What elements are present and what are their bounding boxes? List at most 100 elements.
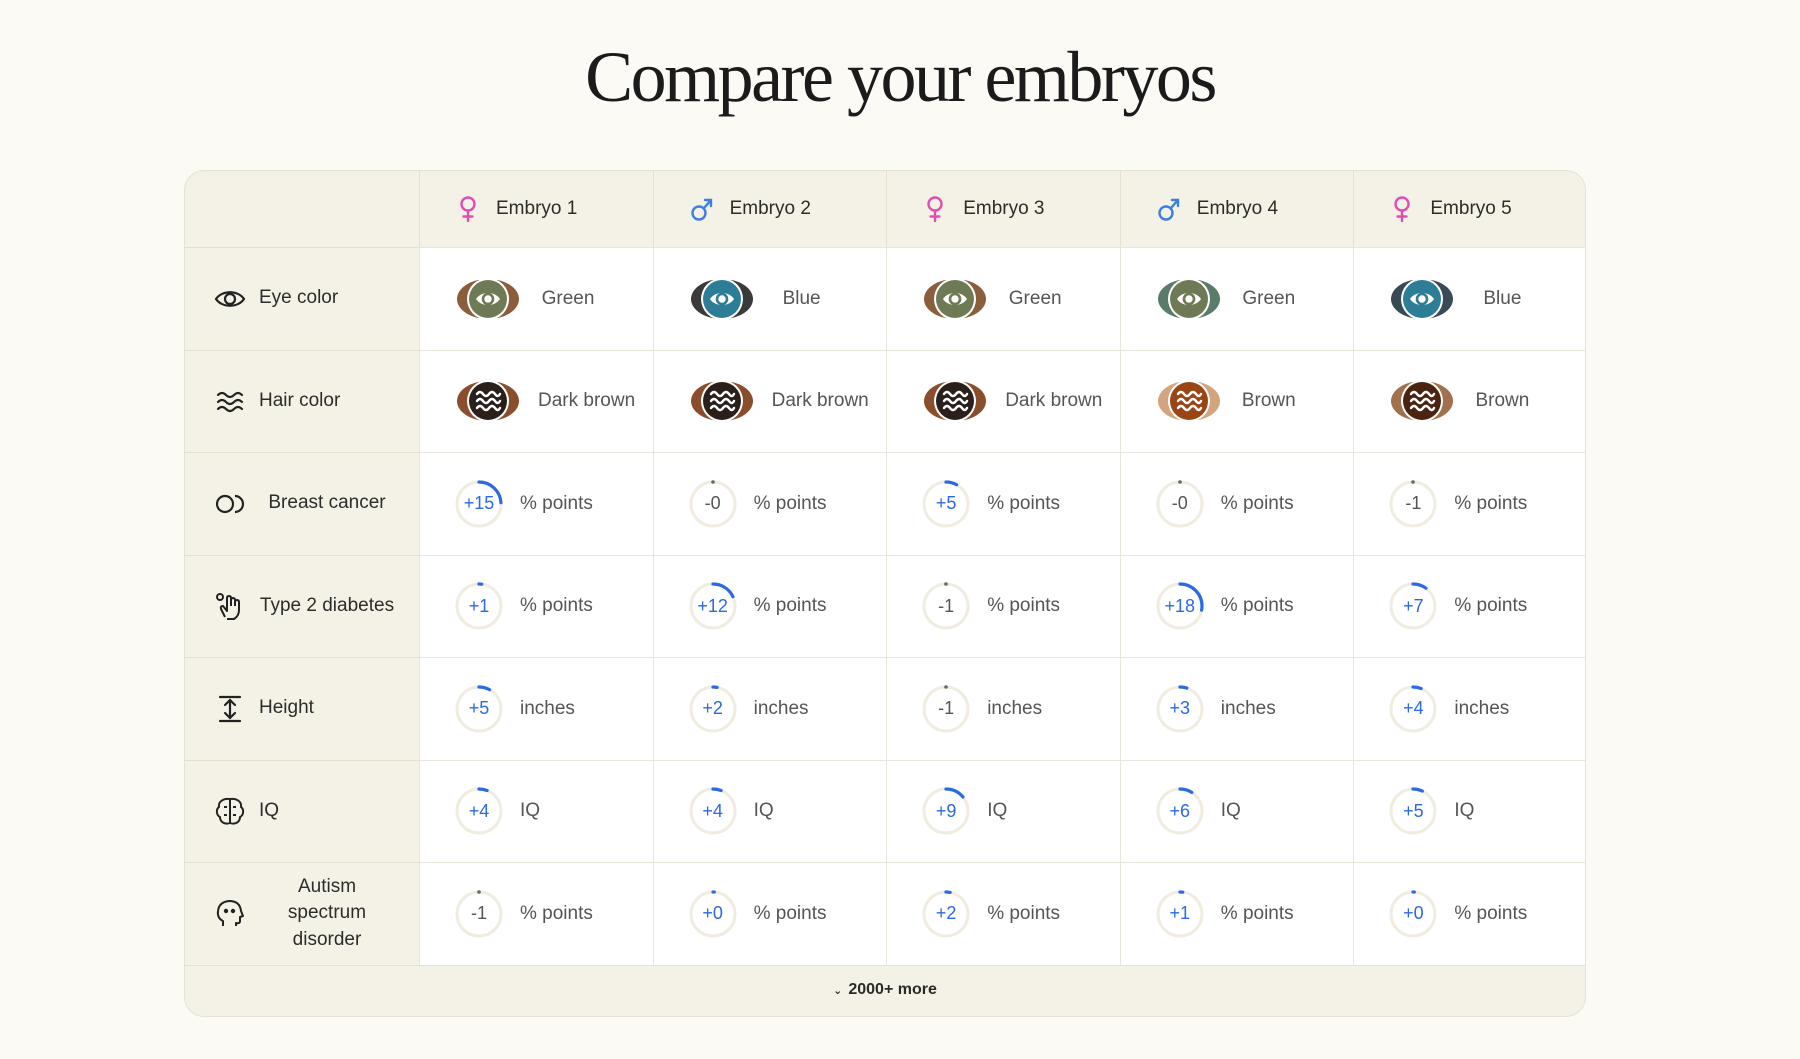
unit-label: % points [753,492,827,514]
row-label-autism-spectrum-disorder: Autism spectrum disorder [185,862,419,965]
brain-icon [215,798,245,825]
embryo-header-1: Embryo 1 [419,171,653,247]
eye-color-swatch-icon [924,277,987,320]
unit-label: inches [520,697,575,719]
table-cell: +6 IQ [1119,759,1354,862]
table-cell: +5 inches [419,657,653,760]
unit-label: IQ [520,800,541,822]
eye-color-swatch-icon [1157,277,1220,320]
table-cell: +3 inches [1119,657,1354,760]
gauge-value: +15 [463,493,495,514]
table-cell: +1 % points [419,554,653,657]
embryo-label: Embryo 2 [729,198,811,219]
table-cell: +18 % points [1119,554,1354,657]
unit-label: IQ [753,800,774,822]
table-cell: +2 inches [652,657,887,760]
table-cell: Dark brown [652,349,887,452]
gauge-value: -0 [1171,493,1188,514]
row-label-hair-color: Hair color [185,349,419,453]
table-cell: +15 % points [419,452,653,555]
embryo-header-3: Embryo 3 [886,171,1120,247]
trait-value: Dark brown [771,390,869,412]
eye-color-swatch-icon [1391,277,1454,320]
unit-label: % points [987,595,1061,617]
unit-label: % points [1220,595,1294,617]
score-gauge: +6 [1155,786,1205,836]
score-gauge: +1 [1155,889,1205,939]
gauge-value: +5 [468,698,490,719]
table-cell: +4 IQ [419,759,653,862]
unit-label: % points [753,595,827,617]
gauge-value: +5 [935,493,957,514]
table-cell: +0 % points [1353,862,1585,965]
score-gauge: +2 [921,889,971,939]
gauge-value: +5 [1403,800,1424,821]
gauge-value: +3 [1169,698,1191,719]
gauge-value: -1 [938,595,955,616]
score-gauge: +5 [454,684,504,734]
score-gauge: +15 [454,479,504,529]
comparison-table: Embryo 1 Embryo 2 Embryo 3 Embryo 4 Embryo 5… [184,170,1586,1017]
embryo-label: Embryo 5 [1430,198,1512,219]
embryo-header-4: Embryo 4 [1119,171,1354,247]
female-symbol-icon [1394,196,1411,223]
gauge-value: +4 [702,800,723,821]
gauge-value: +1 [468,595,490,616]
waves-icon [216,392,244,413]
table-cell: +0 % points [652,862,887,965]
female-symbol-icon [927,196,943,223]
score-gauge: +4 [1388,684,1438,734]
gauge-value: -1 [1405,493,1422,514]
unit-label: IQ [987,800,1008,822]
row-label-iq: IQ [185,759,419,863]
table-cell: Brown [1353,349,1585,452]
score-gauge: -1 [921,581,971,631]
table-cell: Green [1119,247,1354,350]
table-cell: Blue [1353,247,1585,350]
unit-label: inches [987,697,1043,719]
row-label-text: Height [259,697,314,719]
gauge-value: +7 [1403,595,1424,616]
embryo-label: Embryo 3 [963,198,1045,219]
score-gauge: -1 [921,684,971,734]
table-cell: +12 % points [652,554,887,657]
show-more-button[interactable]: ⌄ 2000+ more [185,964,1585,1015]
row-label-text: Hair color [259,389,341,411]
score-gauge: +4 [688,786,738,836]
trait-value: Green [1242,287,1296,309]
male-symbol-icon [690,198,712,221]
score-gauge: +0 [1388,889,1438,939]
gauge-value: +4 [1403,698,1424,719]
score-gauge: -1 [454,889,504,939]
row-label-text: Eye color [259,287,339,309]
table-cell: +5 % points [886,452,1120,555]
trait-value: Green [1008,287,1062,309]
unit-label: % points [1454,492,1528,514]
gauge-value: +1 [1169,903,1191,924]
unit-label: inches [753,697,809,719]
gauge-value: -1 [938,698,955,719]
table-cell: Dark brown [886,349,1120,452]
show-more-label: 2000+ more [848,981,937,998]
table-cell: Green [886,247,1120,350]
gauge-value: +2 [935,903,957,924]
unit-label: % points [520,492,593,514]
hair-color-swatch-icon [924,380,987,423]
score-gauge: +12 [688,581,738,631]
gauge-value: -0 [704,493,721,514]
score-gauge: +7 [1388,581,1438,631]
table-cell: +4 inches [1353,657,1585,760]
score-gauge: +0 [688,889,738,939]
gauge-value: +6 [1169,800,1191,821]
row-label-text: Type 2 diabetes [259,594,395,616]
unit-label: IQ [1220,800,1241,822]
unit-label: % points [987,902,1061,924]
eye-color-swatch-icon [690,277,753,320]
page-title: Compare your embryos [585,37,1217,117]
trait-value: Blue [1483,287,1522,309]
table-cell: +4 IQ [652,759,887,862]
table-cell: -1 inches [886,657,1120,760]
score-gauge: -1 [1388,479,1438,529]
unit-label: IQ [1454,800,1475,822]
hair-color-swatch-icon [457,380,519,423]
